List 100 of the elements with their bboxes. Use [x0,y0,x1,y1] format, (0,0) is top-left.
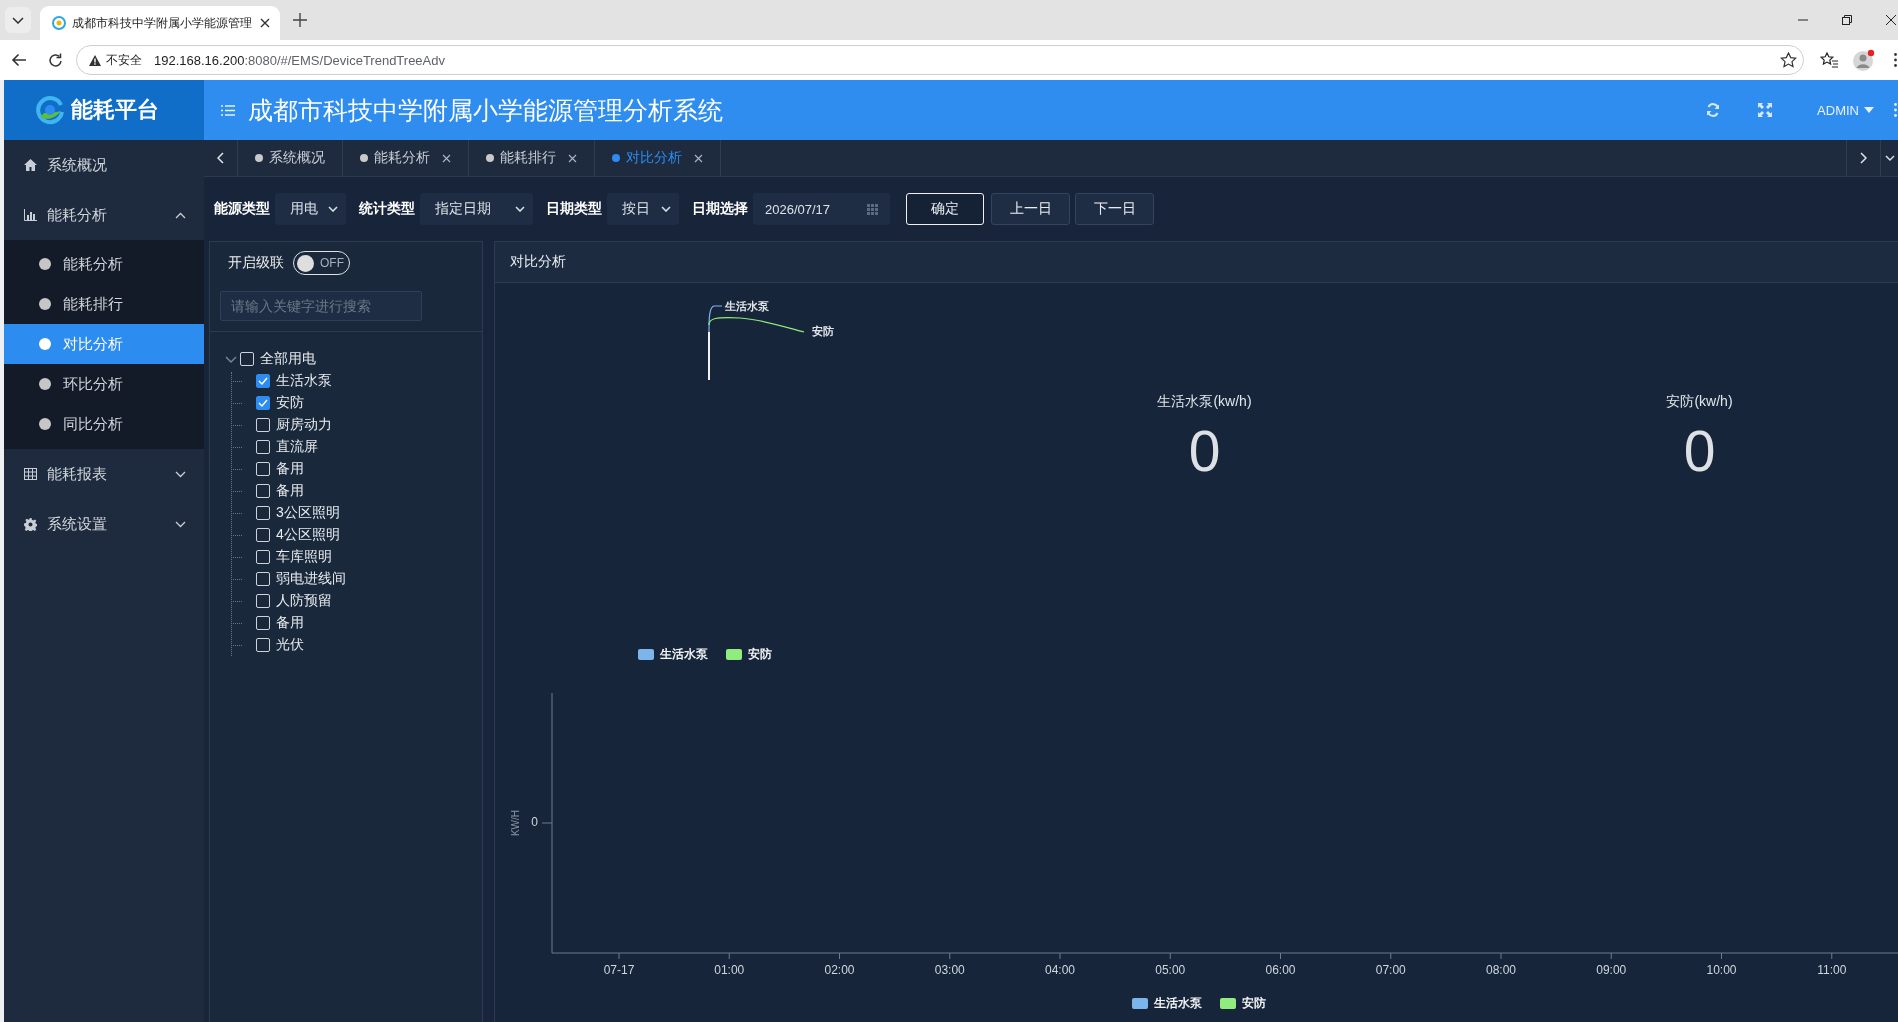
page-tab[interactable]: 对比分析 [595,140,721,176]
tree-item-label[interactable]: 生活水泵 [276,372,332,390]
fullscreen-icon[interactable] [1758,103,1773,117]
back-arrow-icon[interactable] [11,53,27,67]
dot-icon [360,154,368,162]
legend-swatch-icon[interactable] [1131,997,1148,1009]
page-tab[interactable]: 能耗分析 [343,140,469,176]
legend-label[interactable]: 生活水泵 [1153,994,1202,1012]
profile-avatar-icon[interactable] [1853,49,1875,71]
chevron-down-icon [1885,155,1895,161]
security-label[interactable]: 不安全 [106,51,142,69]
refresh-icon[interactable] [1706,103,1721,117]
tree-item-label[interactable]: 车库照明 [276,548,332,566]
stat-label: 生活水泵(kw/h) [1157,392,1252,410]
tree-branch-line [231,535,242,536]
tab-search-button[interactable] [5,7,31,33]
close-icon[interactable] [694,153,703,163]
dot-icon [612,154,620,162]
sidebar-item[interactable]: 系统概况 [4,140,204,190]
tab-menu-button[interactable] [1880,140,1898,176]
browser-tab[interactable]: 成都市科技中学附属小学能源管理 [40,6,280,40]
sidebar-item[interactable]: 能耗分析 [4,244,204,284]
date-field[interactable]: 2026/07/17 [753,193,890,225]
page-tab[interactable]: 系统概况 [238,140,343,176]
tree-branch-line [231,601,242,602]
dot-icon [486,154,494,162]
tree-branch-line [231,447,242,448]
x-tick-label: 06:00 [1265,963,1296,978]
close-icon[interactable] [260,18,270,28]
menu-icon[interactable] [221,104,235,116]
close-icon[interactable] [568,153,577,163]
pie-slice-line [708,331,710,381]
nav-button[interactable]: 上一日 [991,193,1070,225]
cascade-label: 开启级联 [228,254,284,272]
home-icon [24,159,37,171]
site-favicon-icon [52,16,66,30]
tree-item-label[interactable]: 备用 [276,460,304,478]
x-tick [1059,952,1061,960]
tree-item-label[interactable]: 备用 [276,482,304,500]
sidebar-menu-group[interactable]: 能耗分析 [4,190,204,240]
pie-label: 安防 [812,324,834,337]
legend-label[interactable]: 生活水泵 [660,646,708,663]
table-icon [24,468,37,480]
legend-label[interactable]: 安防 [1241,994,1266,1012]
tree-branch-line [231,557,242,558]
star-icon[interactable] [1780,52,1797,68]
more-icon[interactable] [1894,53,1897,67]
dropdown[interactable]: 用电 [275,193,346,225]
close-icon[interactable] [442,153,451,163]
page-tab[interactable]: 能耗排行 [469,140,595,176]
tree-item-label[interactable]: 弱电进线间 [276,570,346,588]
check-icon [258,377,268,385]
tree-item-label[interactable]: 3公区照明 [276,504,340,522]
sidebar-menu-group[interactable]: 系统设置 [4,499,204,549]
sidebar-menu-group[interactable]: 能耗报表 [4,449,204,499]
dot-icon [39,258,51,270]
confirm-button[interactable]: 确定 [906,193,984,225]
dropdown[interactable]: 指定日期 [420,193,533,225]
legend-label[interactable]: 安防 [748,646,772,663]
tree-branch-line [231,469,242,470]
close-icon[interactable] [1886,15,1896,25]
tree-item-label[interactable]: 备用 [276,614,304,632]
tree-item-label[interactable]: 人防预留 [276,592,332,610]
legend-swatch-icon[interactable] [638,649,654,660]
legend-swatch-icon[interactable] [1219,997,1236,1009]
sidebar-item[interactable]: 同比分析 [4,404,204,444]
legend-swatch-icon[interactable] [726,649,742,660]
tree-branch-line [231,491,242,492]
favorites-icon[interactable] [1820,52,1838,68]
y-tick-label: 0 [531,815,538,830]
x-tick [1169,952,1171,960]
x-tick-label: 05:00 [1155,963,1186,978]
sidebar-item[interactable]: 环比分析 [4,364,204,404]
dropdown[interactable]: 按日 [607,193,679,225]
plus-icon[interactable] [293,13,307,27]
x-tick [949,952,951,960]
x-tick-label: 08:00 [1486,963,1516,978]
x-tick-label: 07:00 [1375,963,1406,978]
chevron-down-icon [515,206,525,212]
checkbox[interactable] [256,396,270,410]
reload-icon[interactable] [48,52,63,68]
tree-item-label[interactable]: 安防 [276,394,304,412]
restore-icon[interactable] [1842,15,1852,25]
sidebar-item[interactable]: 能耗排行 [4,284,204,324]
tree-item-label[interactable]: 4公区照明 [276,526,340,544]
search-field[interactable]: 请输入关键字进行搜索 [220,291,422,321]
checkbox[interactable] [256,374,270,388]
tree-branch-line [231,645,242,646]
tree-item-label[interactable]: 光伏 [276,636,304,654]
chevron-down-icon [328,206,338,212]
x-tick [1390,952,1392,960]
tree-branch-line [231,513,242,514]
tree-branch-line [231,425,242,426]
stat-value: 0 [1683,421,1716,481]
nav-button[interactable]: 下一日 [1075,193,1154,225]
tree-item-label[interactable]: 厨房动力 [276,416,332,434]
tree-item-label[interactable]: 直流屏 [276,438,318,456]
dot-icon [39,298,51,310]
chevron-down-icon [12,16,24,24]
tree-item-label[interactable]: 全部用电 [260,350,316,368]
